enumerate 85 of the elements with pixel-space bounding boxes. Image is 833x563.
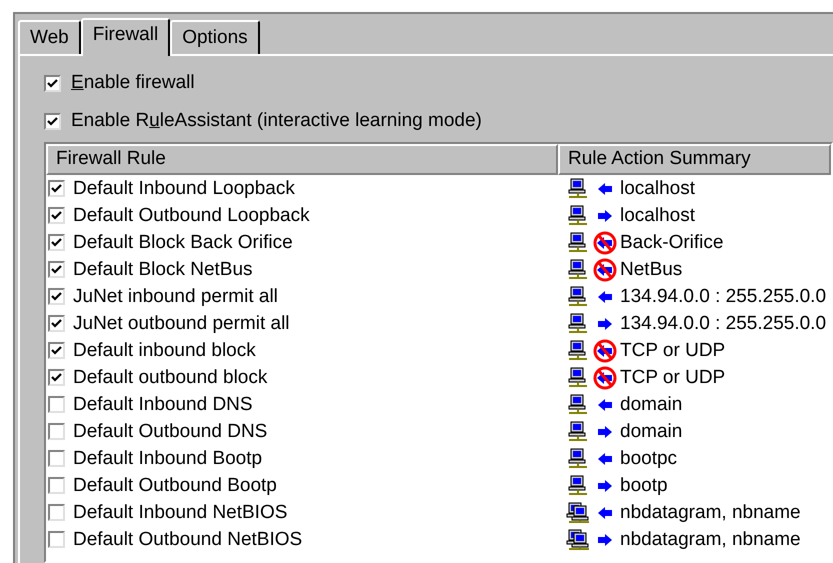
- computer-icon: [566, 312, 590, 334]
- rule-name: Default Inbound DNS: [73, 394, 253, 416]
- rule-checkbox[interactable]: [48, 315, 65, 332]
- rule-name: Default Inbound Bootp: [73, 448, 262, 470]
- rule-summary: 134.94.0.0 : 255.255.0.0: [620, 286, 826, 308]
- checkbox[interactable]: [44, 112, 61, 130]
- rule-checkbox[interactable]: [48, 261, 65, 278]
- rule-name: JuNet outbound permit all: [73, 312, 290, 334]
- rule-summary: NetBus: [620, 258, 682, 280]
- column-header[interactable]: Rule Action Summary: [558, 144, 831, 175]
- rule-summary: nbdatagram, nbname: [620, 528, 801, 550]
- check-icon: [51, 183, 62, 194]
- check-icon: [47, 116, 58, 126]
- rule-name: Default inbound block: [73, 340, 256, 362]
- check-icon: [51, 345, 62, 356]
- right-arrow-icon: [597, 316, 613, 330]
- rule-checkbox[interactable]: [48, 369, 65, 386]
- rule-checkbox[interactable]: [48, 180, 65, 197]
- rule-summary: 134.94.0.0 : 255.255.0.0: [620, 312, 826, 334]
- left-arrow-icon: [597, 506, 613, 520]
- right-arrow-icon: [597, 208, 613, 222]
- rule-name: Default Outbound Loopback: [73, 204, 310, 226]
- check-icon: [47, 78, 58, 88]
- rule-checkbox[interactable]: [48, 531, 65, 548]
- rule-summary: Back-Orifice: [620, 232, 724, 254]
- rule-checkbox[interactable]: [48, 450, 65, 467]
- computer-icon: [566, 204, 590, 226]
- rule-checkbox[interactable]: [48, 504, 65, 521]
- rule-name: Default Outbound NetBIOS: [73, 528, 302, 550]
- check-icon: [51, 318, 62, 329]
- computer-icon: [566, 394, 590, 416]
- right-arrow-icon: [597, 532, 613, 546]
- rule-name: Default Outbound Bootp: [73, 474, 277, 496]
- rule-name: Default Outbound DNS: [73, 420, 268, 442]
- right-arrow-icon: [597, 424, 613, 438]
- computer-icon: [566, 340, 590, 362]
- computer-icon: [566, 258, 590, 280]
- check-icon: [51, 291, 62, 302]
- rule-checkbox[interactable]: [48, 207, 65, 224]
- computer-icon: [566, 366, 590, 388]
- rule-name: Default Block Back Orifice: [73, 232, 293, 254]
- check-icon: [51, 237, 62, 248]
- right-arrow-icon: [597, 478, 613, 492]
- tab[interactable]: Options: [170, 20, 260, 54]
- rule-name: Default Inbound NetBIOS: [73, 502, 288, 524]
- rule-name: Default outbound block: [73, 366, 268, 388]
- rule-summary: localhost: [620, 178, 695, 200]
- check-icon: [51, 372, 62, 383]
- rule-checkbox[interactable]: [48, 477, 65, 494]
- rule-name: Default Inbound Loopback: [73, 178, 295, 200]
- rule-summary: bootp: [620, 474, 668, 496]
- computer-icon: [566, 420, 590, 442]
- column-header[interactable]: Firewall Rule: [46, 144, 558, 175]
- computer-icon: [566, 474, 590, 496]
- computers-icon: [566, 502, 590, 524]
- left-arrow-icon: [597, 182, 613, 196]
- computer-icon: [566, 448, 590, 470]
- rule-summary: domain: [620, 420, 682, 442]
- checkbox[interactable]: [44, 74, 61, 92]
- rule-checkbox[interactable]: [48, 396, 65, 413]
- computer-icon: [566, 232, 590, 254]
- rule-checkbox[interactable]: [48, 423, 65, 440]
- left-arrow-icon: [597, 398, 613, 412]
- rule-summary: TCP or UDP: [620, 366, 726, 388]
- rule-summary: localhost: [620, 204, 695, 226]
- left-arrow-icon: [597, 290, 613, 304]
- rule-summary: domain: [620, 394, 682, 416]
- check-icon: [51, 264, 62, 275]
- rule-checkbox[interactable]: [48, 342, 65, 359]
- rule-checkbox[interactable]: [48, 288, 65, 305]
- check-icon: [51, 210, 62, 221]
- tab[interactable]: Firewall: [80, 18, 170, 56]
- checkbox-label: Enable firewall: [71, 72, 195, 94]
- rule-checkbox[interactable]: [48, 234, 65, 251]
- left-arrow-icon: [597, 452, 613, 466]
- rule-summary: bootpc: [620, 448, 678, 470]
- rule-summary: nbdatagram, nbname: [620, 502, 801, 524]
- computer-icon: [566, 286, 590, 308]
- checkbox-label: Enable RuleAssistant (interactive learning mode): [71, 110, 482, 132]
- rule-name: Default Block NetBus: [73, 258, 253, 280]
- computers-icon: [566, 528, 590, 550]
- rule-summary: TCP or UDP: [620, 340, 726, 362]
- tab[interactable]: Web: [18, 20, 81, 54]
- computer-icon: [566, 178, 590, 200]
- rule-name: JuNet inbound permit all: [73, 286, 278, 308]
